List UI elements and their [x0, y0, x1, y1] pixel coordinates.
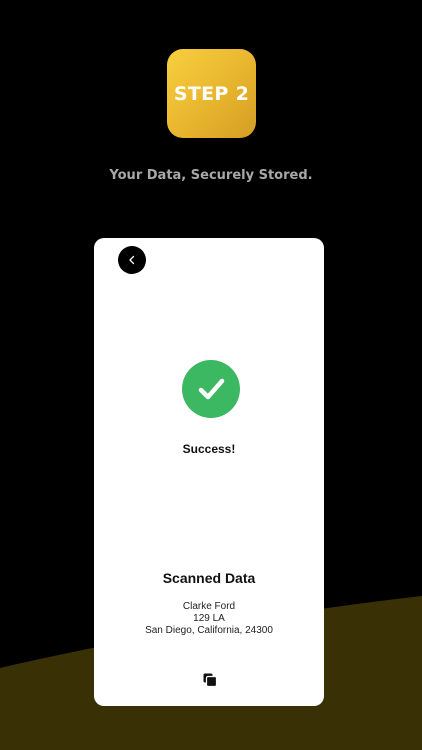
copy-icon — [203, 673, 218, 688]
address-line-name: Clarke Ford — [182, 601, 236, 612]
address-line-city: San Diego, California, 24300 — [145, 625, 273, 636]
check-icon — [198, 378, 225, 400]
address-line-street: 129 LA — [193, 613, 225, 624]
back-button[interactable] — [118, 246, 146, 274]
copy-button[interactable] — [202, 672, 218, 688]
scanned-data-title: Scanned Data — [162, 570, 256, 586]
step-label: STEP 2 — [173, 82, 250, 105]
success-status-icon — [182, 360, 240, 418]
step-badge: STEP 2 — [167, 49, 256, 138]
screen: STEP 2 Your Data, Securely Stored. Succe… — [0, 0, 422, 750]
success-message: Success! — [182, 442, 236, 456]
chevron-left-icon — [129, 255, 135, 265]
scanned-address: Clarke Ford 129 LA San Diego, California… — [94, 601, 324, 637]
tagline: Your Data, Securely Stored. — [109, 168, 313, 183]
phone-preview-card: Success! Scanned Data Clarke Ford 129 LA… — [94, 238, 324, 706]
